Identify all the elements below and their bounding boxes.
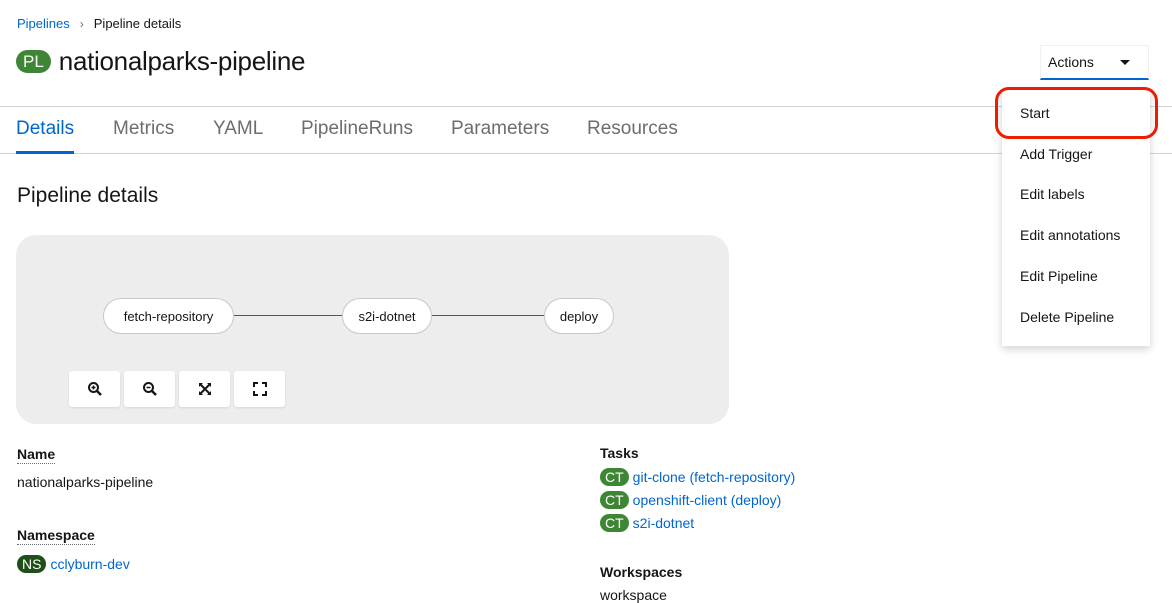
- menu-item-edit-pipeline[interactable]: Edit Pipeline: [1020, 268, 1098, 284]
- menu-item-add-trigger[interactable]: Add Trigger: [1020, 146, 1092, 162]
- zoom-out-icon: [142, 382, 157, 396]
- tab-yaml[interactable]: YAML: [213, 118, 263, 140]
- expand-icon: [252, 382, 267, 396]
- section-title: Pipeline details: [17, 184, 159, 207]
- workspaces-field: Workspaces workspace: [600, 564, 682, 603]
- cluster-task-badge: CT: [600, 467, 629, 486]
- fit-to-screen-button[interactable]: [179, 371, 230, 407]
- cluster-task-badge: CT: [600, 490, 629, 509]
- namespace-link[interactable]: cclyburn-dev: [50, 556, 129, 572]
- breadcrumb: Pipelines › Pipeline details: [17, 16, 181, 31]
- actions-label: Actions: [1048, 54, 1094, 70]
- page-header: PL nationalparks-pipeline: [16, 46, 305, 77]
- cluster-task-badge: CT: [600, 513, 629, 532]
- menu-item-edit-annotations[interactable]: Edit annotations: [1020, 227, 1120, 243]
- menu-item-delete-pipeline[interactable]: Delete Pipeline: [1020, 309, 1114, 325]
- zoom-in-icon: [87, 382, 102, 396]
- menu-item-edit-labels[interactable]: Edit labels: [1020, 186, 1085, 202]
- breadcrumb-current: Pipeline details: [93, 16, 182, 31]
- namespace-badge: NS: [17, 554, 47, 573]
- tab-details[interactable]: Details: [16, 118, 75, 154]
- workspaces-label: Workspaces: [600, 564, 683, 580]
- fit-to-screen-icon: [198, 383, 211, 395]
- tasks-label: Tasks: [600, 445, 639, 461]
- namespace-field: Namespace NS cclyburn-dev: [17, 527, 130, 575]
- pipeline-badge: PL: [16, 50, 51, 73]
- zoom-in-button[interactable]: [69, 371, 120, 407]
- namespace-label: Namespace: [17, 527, 95, 545]
- edge: [432, 315, 544, 316]
- node-s2i-dotnet[interactable]: s2i-dotnet: [342, 298, 432, 334]
- expand-button[interactable]: [234, 371, 285, 407]
- node-fetch-repository[interactable]: fetch-repository: [103, 298, 234, 334]
- workspace-value: workspace: [600, 587, 667, 603]
- tab-resources[interactable]: Resources: [587, 118, 678, 140]
- page-title: nationalparks-pipeline: [58, 46, 306, 76]
- breadcrumb-pipelines-link[interactable]: Pipelines: [17, 16, 70, 31]
- tab-metrics[interactable]: Metrics: [113, 118, 174, 140]
- start-highlight-annotation: [995, 87, 1158, 139]
- tab-parameters[interactable]: Parameters: [451, 118, 549, 140]
- name-field: Name nationalparks-pipeline: [17, 446, 153, 490]
- task-link[interactable]: openshift-client (deploy): [633, 492, 782, 508]
- zoom-out-button[interactable]: [124, 371, 175, 407]
- task-link[interactable]: git-clone (fetch-repository): [633, 469, 796, 485]
- tasks-field: Tasks CT git-clone (fetch-repository) CT o…: [600, 445, 795, 534]
- node-deploy[interactable]: deploy: [544, 298, 614, 334]
- edge: [234, 315, 342, 316]
- chevron-right-icon: ›: [79, 16, 84, 31]
- tab-pipelineruns[interactable]: PipelineRuns: [301, 118, 413, 140]
- caret-down-icon: [1120, 60, 1130, 65]
- task-link[interactable]: s2i-dotnet: [633, 515, 694, 531]
- name-label: Name: [17, 446, 56, 464]
- actions-dropdown[interactable]: Actions: [1040, 45, 1149, 80]
- pipeline-topology: fetch-repository s2i-dotnet deploy: [16, 235, 729, 424]
- name-value: nationalparks-pipeline: [17, 474, 154, 490]
